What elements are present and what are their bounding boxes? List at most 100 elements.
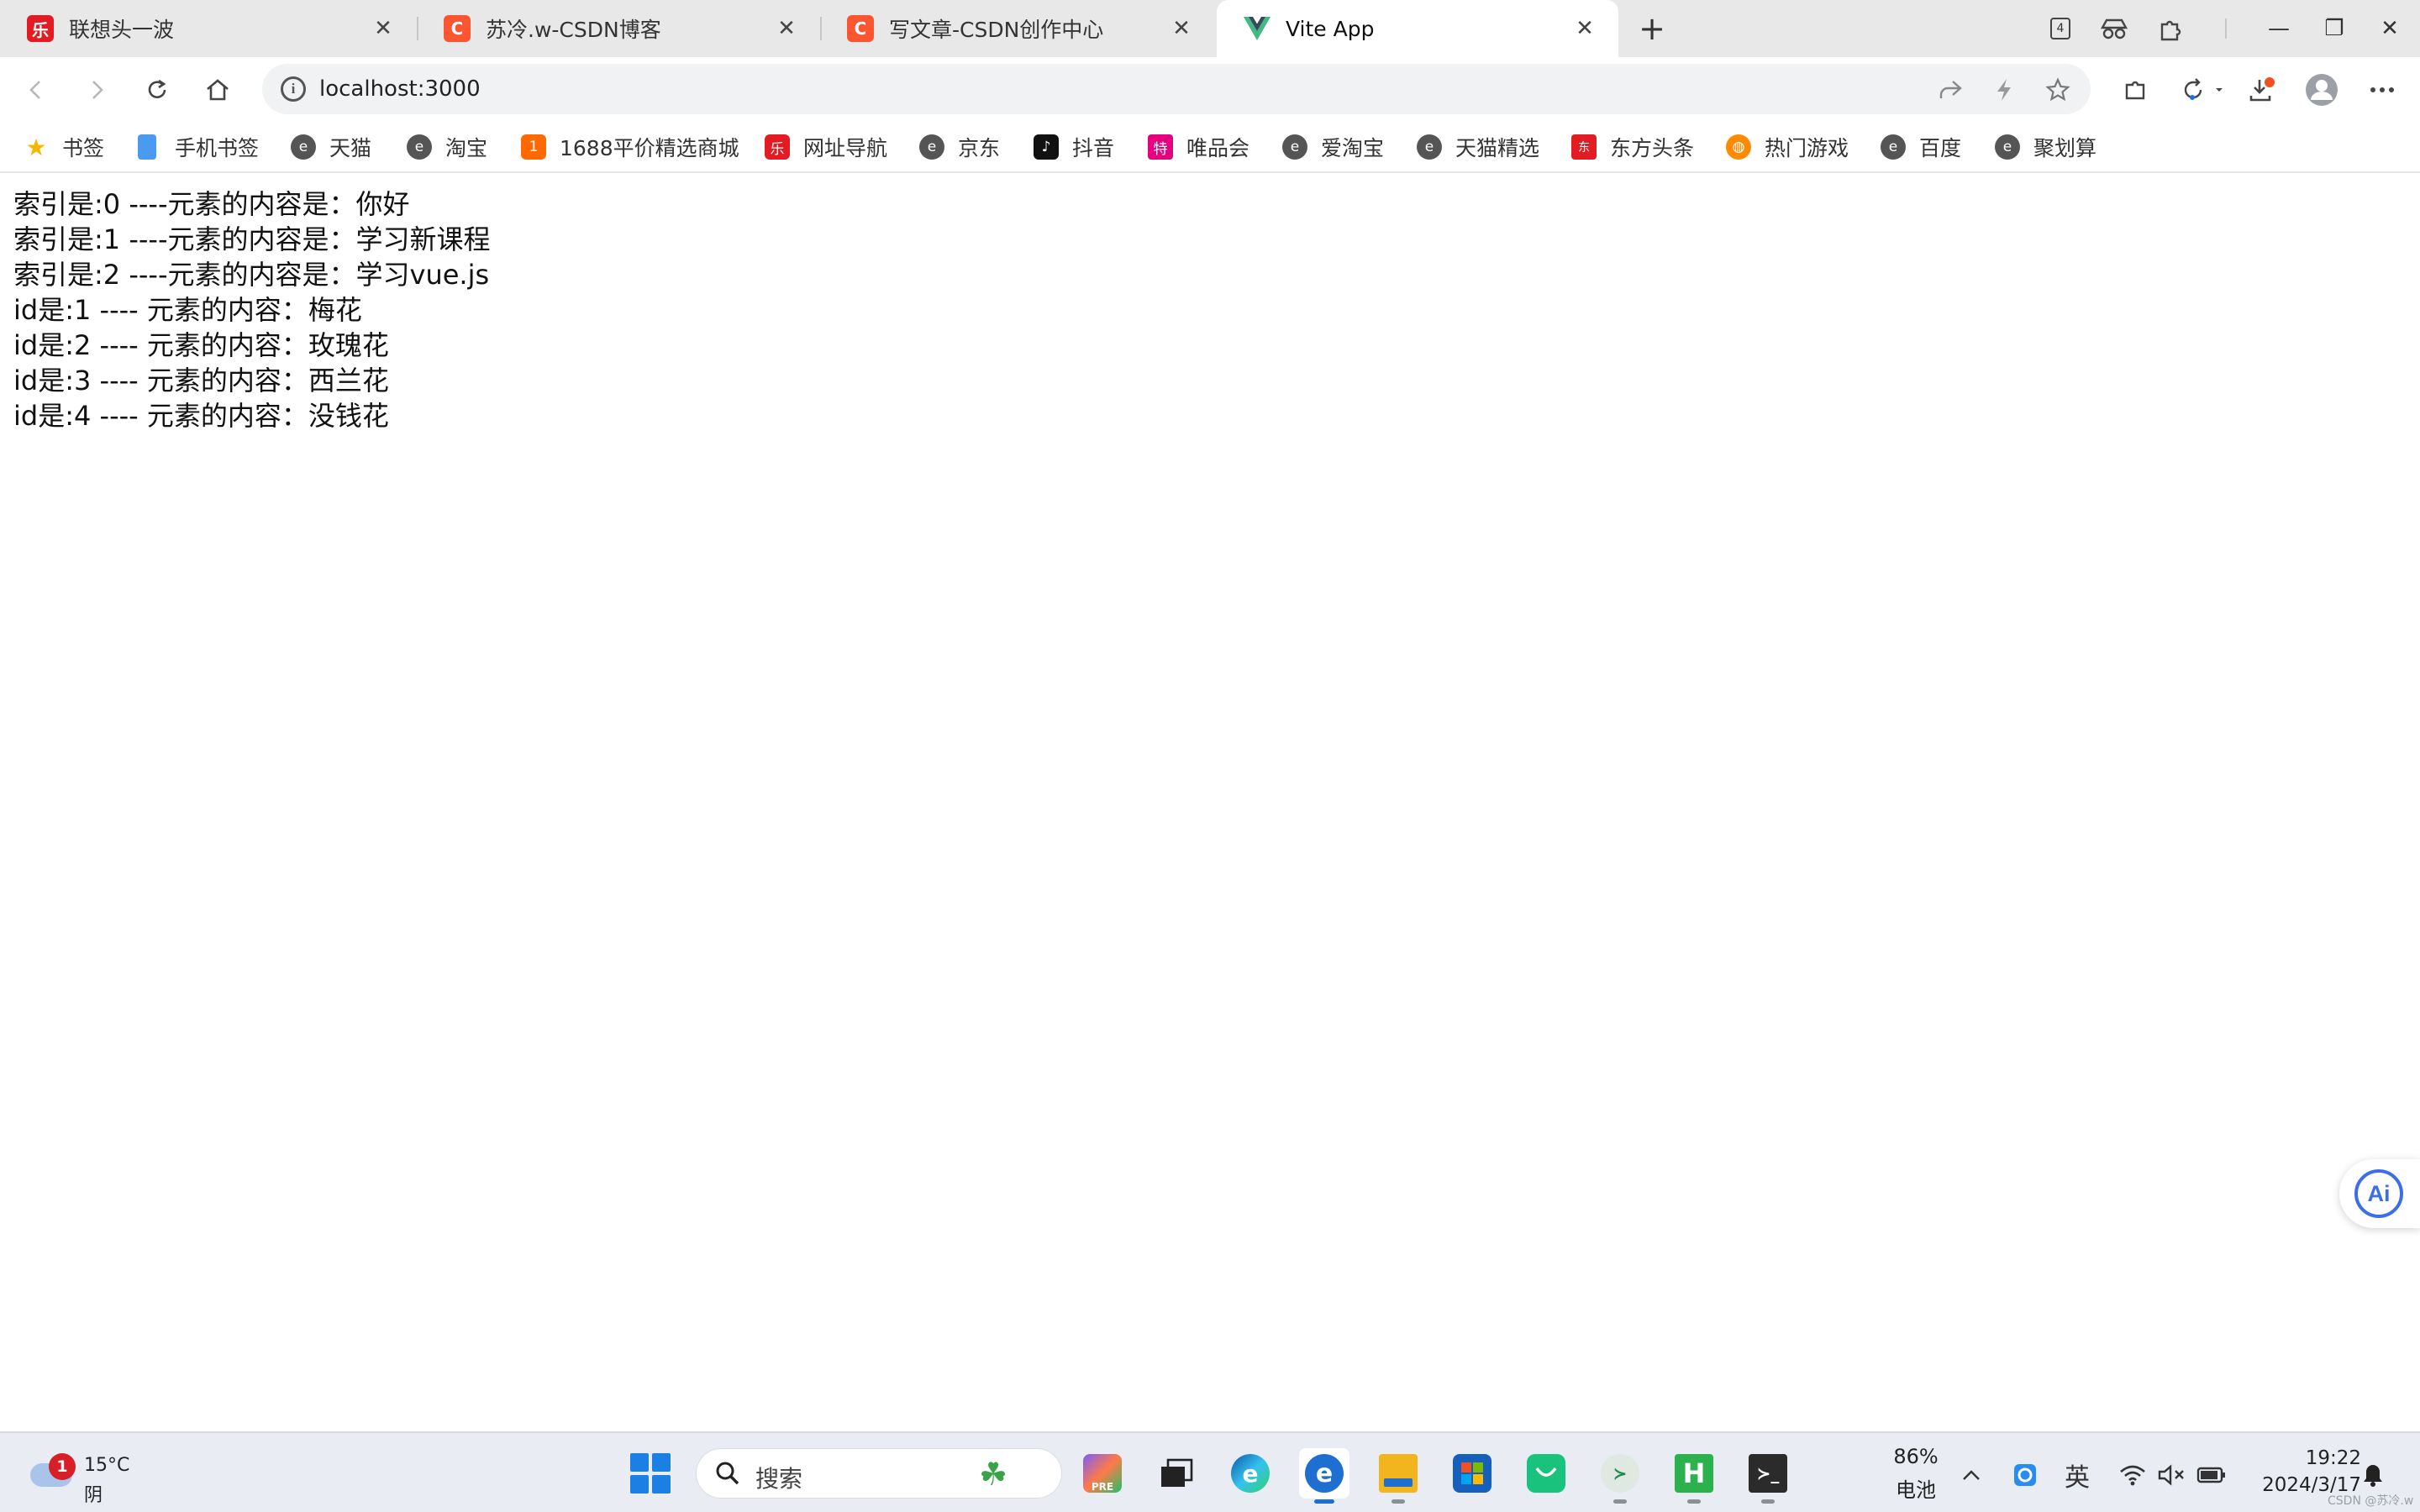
home-button[interactable] bbox=[198, 71, 237, 109]
battery-percent[interactable]: 86% bbox=[1891, 1445, 1941, 1468]
downloads-icon[interactable] bbox=[2242, 71, 2281, 109]
edge-app[interactable]: e bbox=[1225, 1448, 1276, 1499]
url-text[interactable]: localhost:3000 bbox=[319, 76, 481, 102]
bookmark-dftt[interactable]: 东 东方头条 bbox=[1571, 131, 1694, 163]
tab-title: Vite App bbox=[1286, 16, 1375, 41]
bookmark-url-nav[interactable]: 乐 网址导航 bbox=[765, 131, 887, 163]
close-tab-icon[interactable]: ✕ bbox=[371, 17, 395, 40]
lenovo-browser-app[interactable]: e bbox=[1299, 1448, 1349, 1504]
bookmark-aitaobao[interactable]: e 爱淘宝 bbox=[1282, 131, 1384, 163]
bookmark-douyin[interactable]: ♪ 抖音 bbox=[1034, 131, 1114, 163]
lenovo-tray-icon[interactable] bbox=[2010, 1460, 2040, 1490]
ai-assistant-button[interactable]: Ai bbox=[2339, 1159, 2420, 1228]
bookmark-jd[interactable]: e 京东 bbox=[919, 131, 1000, 163]
bookmark-label: 唯品会 bbox=[1186, 136, 1250, 160]
bookmark-tmall-select[interactable]: e 天猫精选 bbox=[1417, 131, 1539, 163]
close-tab-icon[interactable]: ✕ bbox=[1170, 17, 1193, 40]
bookmark-taobao[interactable]: e 淘宝 bbox=[407, 131, 487, 163]
address-bar[interactable]: i localhost:3000 bbox=[262, 64, 2091, 114]
share-icon[interactable] bbox=[1936, 76, 1965, 104]
bookmark-1688[interactable]: 1 1688平价精选商城 bbox=[521, 131, 739, 163]
csdn-favicon-icon: C bbox=[444, 15, 471, 42]
notification-bell-icon[interactable] bbox=[2358, 1460, 2388, 1490]
vue-favicon-icon bbox=[1244, 15, 1270, 42]
bookmark-baidu[interactable]: e 百度 bbox=[1881, 131, 1961, 163]
lenovo-icon: 乐 bbox=[765, 134, 790, 160]
running-indicator bbox=[1314, 1499, 1334, 1504]
ie-icon: e bbox=[919, 134, 944, 160]
assistant-app[interactable]: ≻ bbox=[1595, 1448, 1645, 1504]
bookmark-mobile[interactable]: 手机书签 bbox=[138, 131, 259, 163]
search-placeholder: 搜索 bbox=[755, 1465, 803, 1493]
new-tab-button[interactable]: + bbox=[1634, 10, 1670, 47]
chevron-up-icon[interactable] bbox=[1956, 1460, 1986, 1490]
profile-avatar-icon[interactable] bbox=[2302, 71, 2341, 109]
windows-logo-tile bbox=[652, 1475, 671, 1494]
forward-button[interactable] bbox=[77, 71, 116, 109]
task-view-app[interactable] bbox=[1151, 1448, 1202, 1499]
weather-condition: 阴 bbox=[84, 1485, 103, 1506]
bookmark-label: 网址导航 bbox=[803, 136, 888, 160]
sync-history-icon[interactable] bbox=[2176, 71, 2235, 109]
hbuilder-app[interactable]: H bbox=[1669, 1448, 1719, 1504]
copilot-icon: PRE bbox=[1083, 1454, 1122, 1493]
tab-strip: 乐 联想头一波 ✕ C 苏冷.w-CSDN博客 ✕ C 写文章-CSDN创作中心… bbox=[0, 0, 2420, 57]
battery-icon[interactable] bbox=[2196, 1460, 2227, 1490]
close-window-button[interactable]: ✕ bbox=[2371, 10, 2408, 47]
shop-app[interactable] bbox=[1521, 1448, 1571, 1499]
close-tab-icon[interactable]: ✕ bbox=[775, 17, 798, 40]
system-clock[interactable]: 19:22 2024/3/17 bbox=[2227, 1445, 2361, 1499]
tab-csdn-blog[interactable]: C 苏冷.w-CSDN博客 ✕ bbox=[417, 0, 820, 57]
reload-button[interactable] bbox=[138, 71, 176, 109]
terminal-app[interactable]: ≻_ bbox=[1743, 1448, 1793, 1504]
windows-logo-tile bbox=[652, 1453, 671, 1472]
bookmark-juhuasuan[interactable]: e 聚划算 bbox=[1995, 131, 2096, 163]
ie-icon: e bbox=[1282, 134, 1307, 160]
running-indicator bbox=[1761, 1499, 1775, 1504]
more-menu-icon[interactable] bbox=[2363, 71, 2402, 109]
1688-icon: 1 bbox=[521, 134, 546, 160]
favorite-star-icon[interactable] bbox=[2044, 76, 2072, 104]
wifi-icon[interactable] bbox=[2118, 1460, 2148, 1490]
extensions-icon[interactable] bbox=[2116, 71, 2154, 109]
extensions-puzzle-icon[interactable] bbox=[2151, 10, 2188, 47]
copilot-app[interactable]: PRE bbox=[1077, 1448, 1128, 1499]
battery-label[interactable]: 电池 bbox=[1891, 1473, 1941, 1503]
assistant-icon: ≻ bbox=[1601, 1454, 1639, 1493]
ie-icon: e bbox=[291, 134, 316, 160]
tab-count-icon[interactable]: 4 bbox=[2042, 10, 2079, 47]
running-indicator bbox=[1613, 1499, 1627, 1504]
start-button[interactable] bbox=[630, 1453, 671, 1494]
bookmark-shuqian[interactable]: ★ 书签 bbox=[24, 131, 104, 163]
bookmark-label: 1688平价精选商城 bbox=[560, 136, 739, 160]
id-item: id是:4 ---- 元素的内容：没钱花 bbox=[13, 400, 389, 432]
lightning-icon[interactable] bbox=[1990, 76, 2018, 104]
store-icon bbox=[1453, 1454, 1491, 1493]
tab-lenovo[interactable]: 乐 联想头一波 ✕ bbox=[0, 0, 417, 57]
taskbar-search[interactable]: 搜索 ☘ bbox=[696, 1448, 1062, 1499]
bookmark-hot-games[interactable]: ◍ 热门游戏 bbox=[1726, 131, 1849, 163]
close-tab-icon[interactable]: ✕ bbox=[1573, 17, 1597, 40]
bookmark-label: 聚划算 bbox=[2033, 136, 2097, 160]
incognito-icon[interactable] bbox=[2096, 10, 2133, 47]
ie-icon: e bbox=[1995, 134, 2020, 160]
csdn-watermark: CSDN @苏冷.w bbox=[2328, 1494, 2414, 1508]
back-button[interactable] bbox=[17, 71, 55, 109]
bookmark-tmall[interactable]: e 天猫 bbox=[291, 131, 371, 163]
weather-widget[interactable]: 1 15°C 阴 bbox=[25, 1448, 160, 1506]
maximize-button[interactable]: ❐ bbox=[2316, 10, 2353, 47]
douyin-icon: ♪ bbox=[1034, 134, 1059, 160]
clover-icon: ☘ bbox=[979, 1456, 1008, 1493]
tab-title: 苏冷.w-CSDN博客 bbox=[486, 18, 661, 42]
minimize-button[interactable]: — bbox=[2260, 10, 2297, 47]
site-info-icon[interactable]: i bbox=[281, 76, 306, 102]
volume-muted-icon[interactable] bbox=[2156, 1460, 2186, 1490]
bookmark-label: 天猫 bbox=[329, 136, 372, 160]
ms-store-app[interactable] bbox=[1447, 1448, 1497, 1499]
ime-indicator[interactable]: 英 bbox=[2062, 1460, 2092, 1493]
tab-csdn-editor[interactable]: C 写文章-CSDN创作中心 ✕ bbox=[820, 0, 1215, 57]
file-explorer-app[interactable] bbox=[1373, 1448, 1423, 1504]
tab-vite-app[interactable]: Vite App ✕ bbox=[1217, 0, 1618, 57]
bookmark-label: 百度 bbox=[1919, 136, 1962, 160]
bookmark-vip[interactable]: 特 唯品会 bbox=[1148, 131, 1249, 163]
